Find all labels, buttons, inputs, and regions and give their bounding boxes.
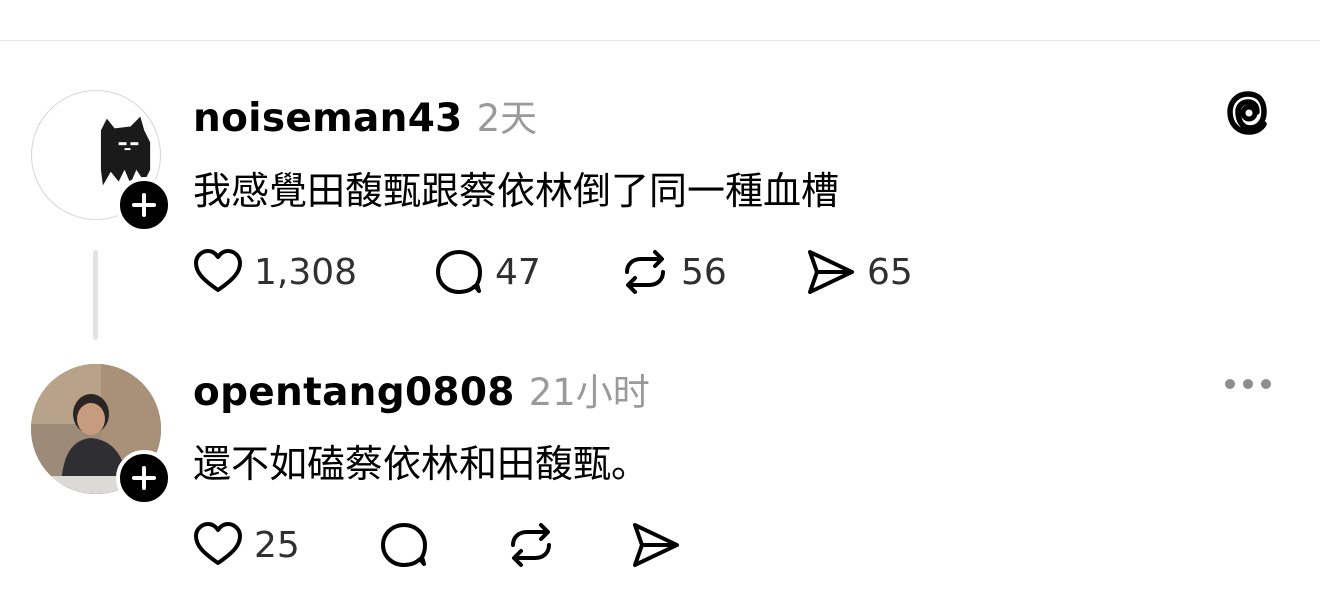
repost-count: 56 bbox=[681, 251, 727, 293]
comment-button[interactable] bbox=[378, 517, 430, 573]
comment-bubble-icon bbox=[436, 250, 482, 294]
reply-text: 還不如磕蔡依林和田馥甄。 bbox=[193, 442, 650, 486]
follow-button[interactable] bbox=[116, 177, 172, 233]
post-time: 21小时 bbox=[528, 371, 650, 414]
thread-connector bbox=[93, 250, 98, 340]
like-count: 25 bbox=[254, 524, 300, 566]
like-count: 1,308 bbox=[254, 251, 358, 293]
share-button[interactable] bbox=[630, 517, 682, 573]
repost-icon bbox=[511, 523, 551, 567]
more-horizontal-icon bbox=[1225, 379, 1271, 389]
repost-button[interactable] bbox=[505, 517, 557, 573]
like-button[interactable]: 25 bbox=[192, 517, 300, 573]
repost-button[interactable]: 56 bbox=[619, 244, 727, 300]
like-button[interactable]: 1,308 bbox=[192, 244, 357, 300]
top-divider bbox=[0, 40, 1320, 41]
threads-logo-icon[interactable] bbox=[1222, 84, 1274, 140]
comment-bubble-icon bbox=[381, 523, 427, 567]
heart-icon bbox=[194, 249, 242, 292]
post-text: 我感覺田馥甄跟蔡依林倒了同一種血槽 bbox=[193, 169, 840, 213]
send-icon bbox=[633, 523, 679, 567]
more-options-button[interactable] bbox=[1222, 372, 1274, 396]
plus-icon bbox=[132, 193, 156, 217]
comment-button[interactable]: 47 bbox=[433, 244, 541, 300]
plus-icon bbox=[132, 466, 156, 490]
heart-icon bbox=[194, 522, 242, 565]
post-header: noiseman43 2天 bbox=[193, 88, 537, 142]
send-icon bbox=[808, 250, 854, 294]
follow-button[interactable] bbox=[116, 450, 172, 506]
comment-count: 47 bbox=[495, 251, 541, 293]
repost-icon bbox=[625, 250, 665, 294]
username[interactable]: opentang0808 bbox=[193, 370, 515, 415]
share-button[interactable]: 65 bbox=[805, 244, 913, 300]
username[interactable]: noiseman43 bbox=[193, 96, 463, 141]
post-time: 2天 bbox=[476, 97, 538, 140]
share-count: 65 bbox=[867, 251, 913, 293]
reply-header: opentang0808 21小时 bbox=[193, 362, 650, 416]
